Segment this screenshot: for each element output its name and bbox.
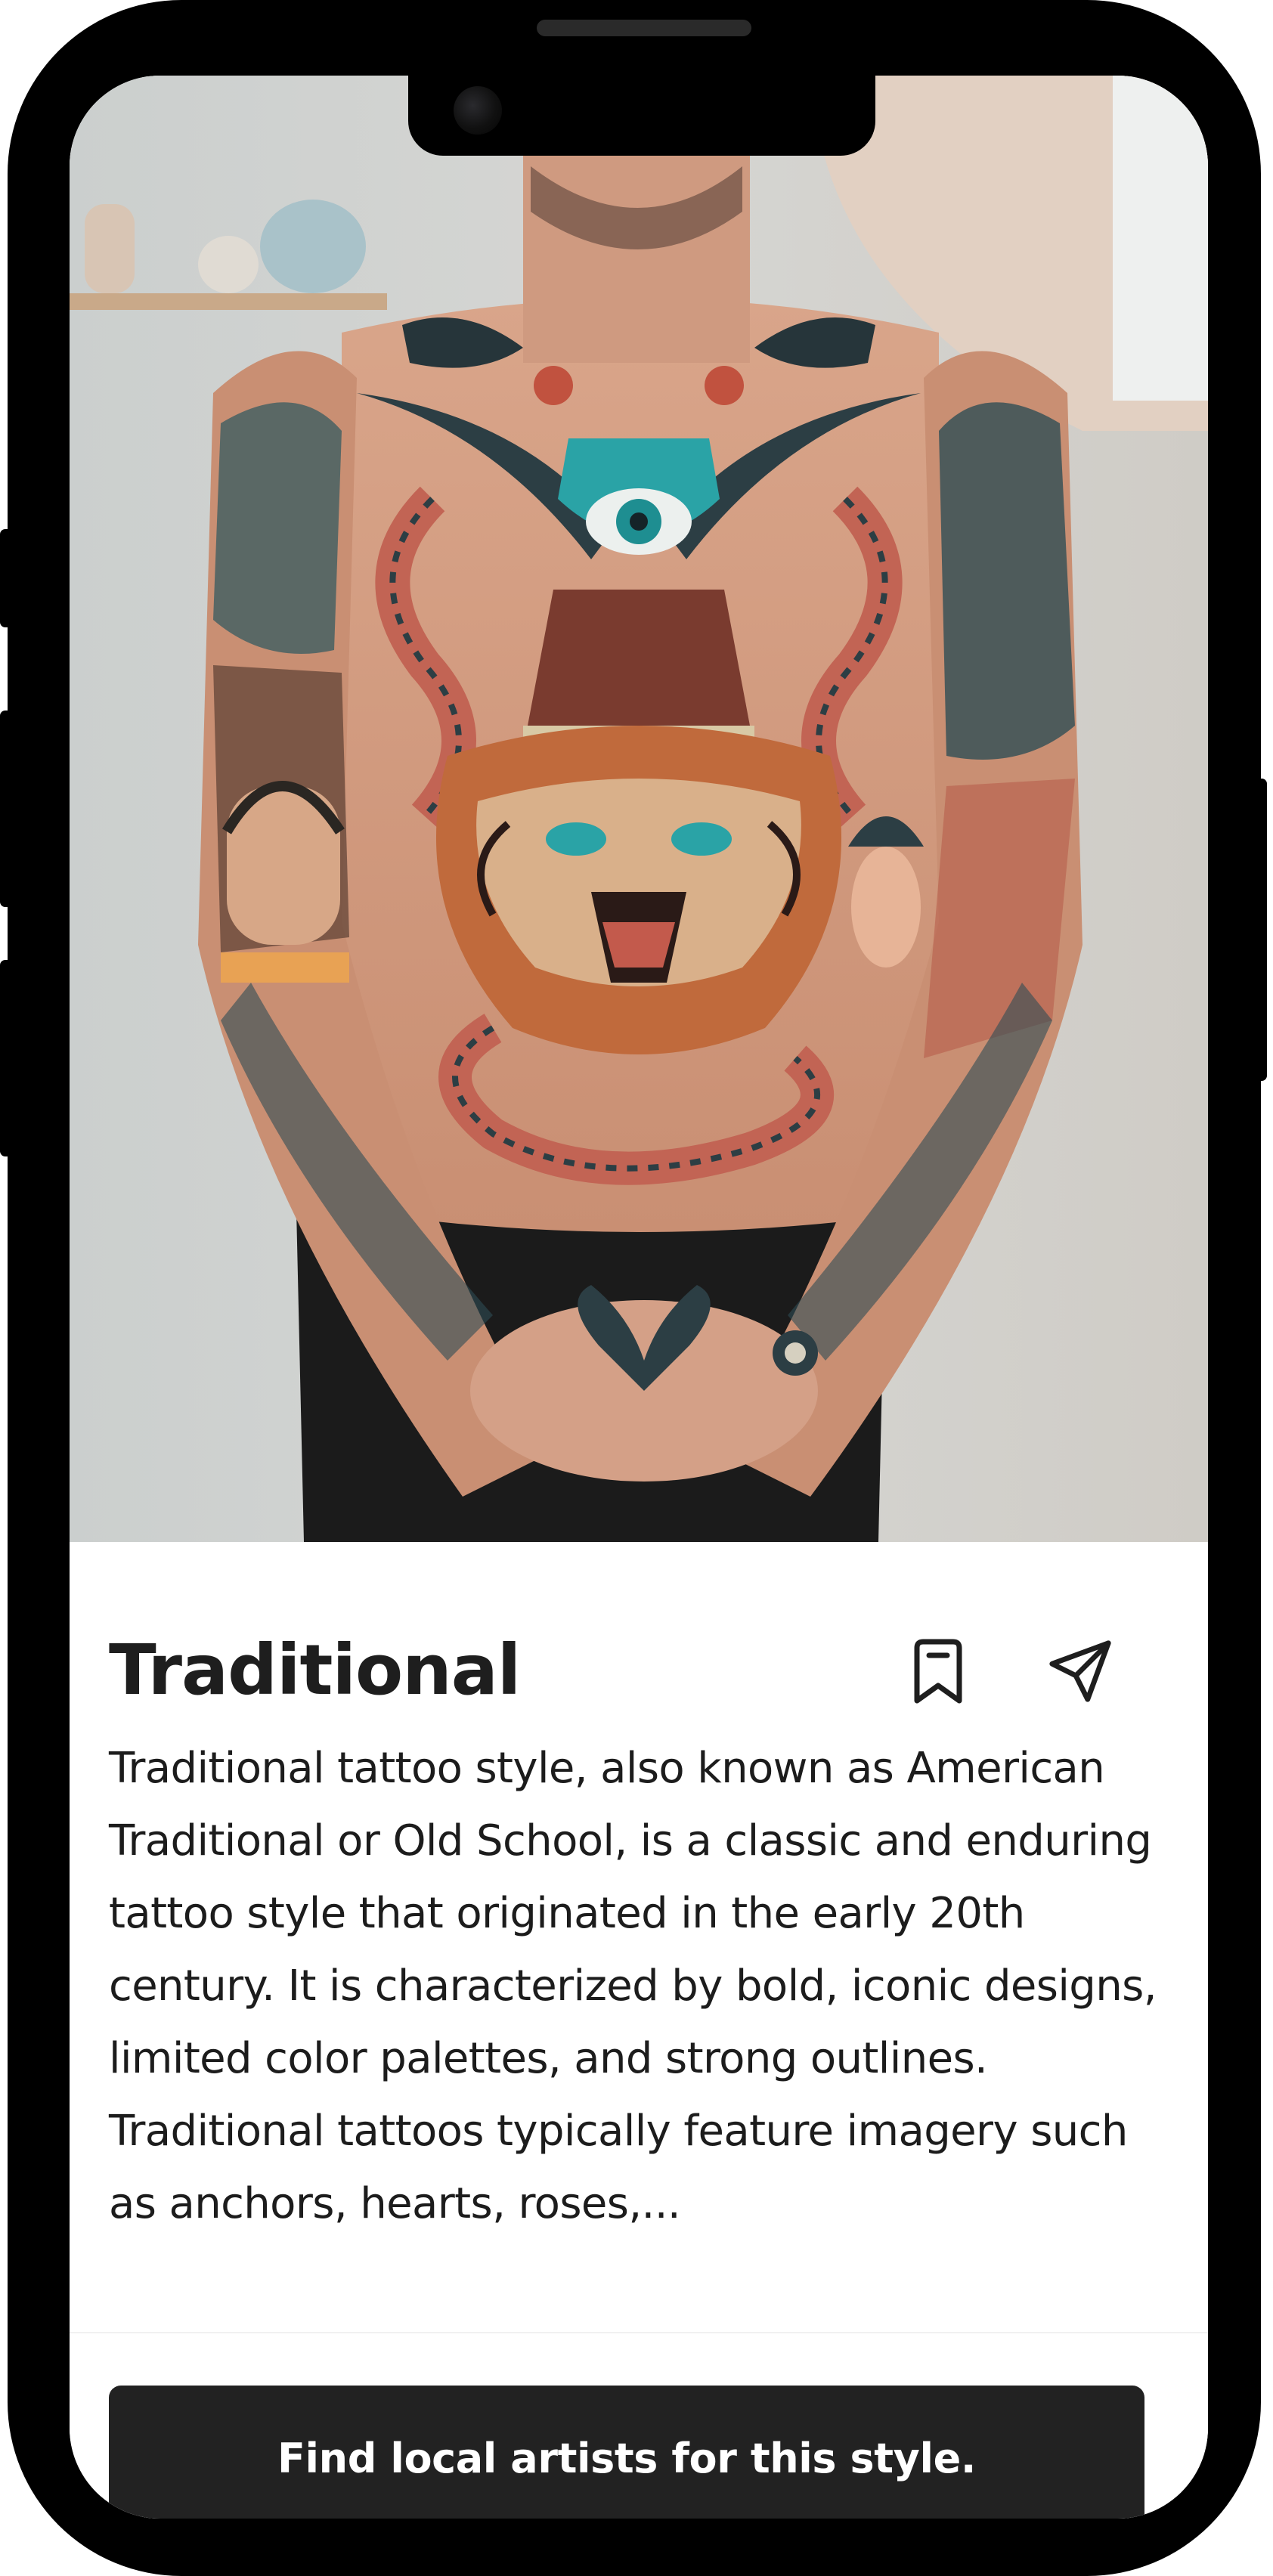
mute-switch (0, 529, 11, 627)
earpiece-speaker (537, 20, 751, 36)
bookmark-icon (914, 1639, 962, 1704)
bookmark-button[interactable] (904, 1637, 972, 1705)
style-title: Traditional (109, 1630, 521, 1711)
front-camera (454, 86, 502, 135)
volume-down-button (0, 960, 11, 1156)
divider (70, 2332, 1208, 2333)
power-button (1256, 779, 1267, 1081)
tattoo-photo-illustration (70, 76, 1208, 1542)
notch (408, 76, 875, 156)
style-detail-card: Traditional Traditional tattoo style, al… (70, 1542, 1208, 2519)
volume-up-button (0, 711, 11, 907)
phone-screen: Traditional Traditional tattoo style, al… (70, 76, 1208, 2519)
find-local-artists-button[interactable]: Find local artists for this style. (109, 2386, 1144, 2519)
phone-frame: Traditional Traditional tattoo style, al… (0, 0, 1267, 2576)
share-button[interactable] (1046, 1637, 1114, 1705)
send-icon (1049, 1640, 1111, 1702)
style-hero-image (70, 76, 1208, 1542)
style-description: Traditional tattoo style, also known as … (109, 1744, 1157, 2228)
title-row: Traditional (109, 1625, 1175, 1716)
